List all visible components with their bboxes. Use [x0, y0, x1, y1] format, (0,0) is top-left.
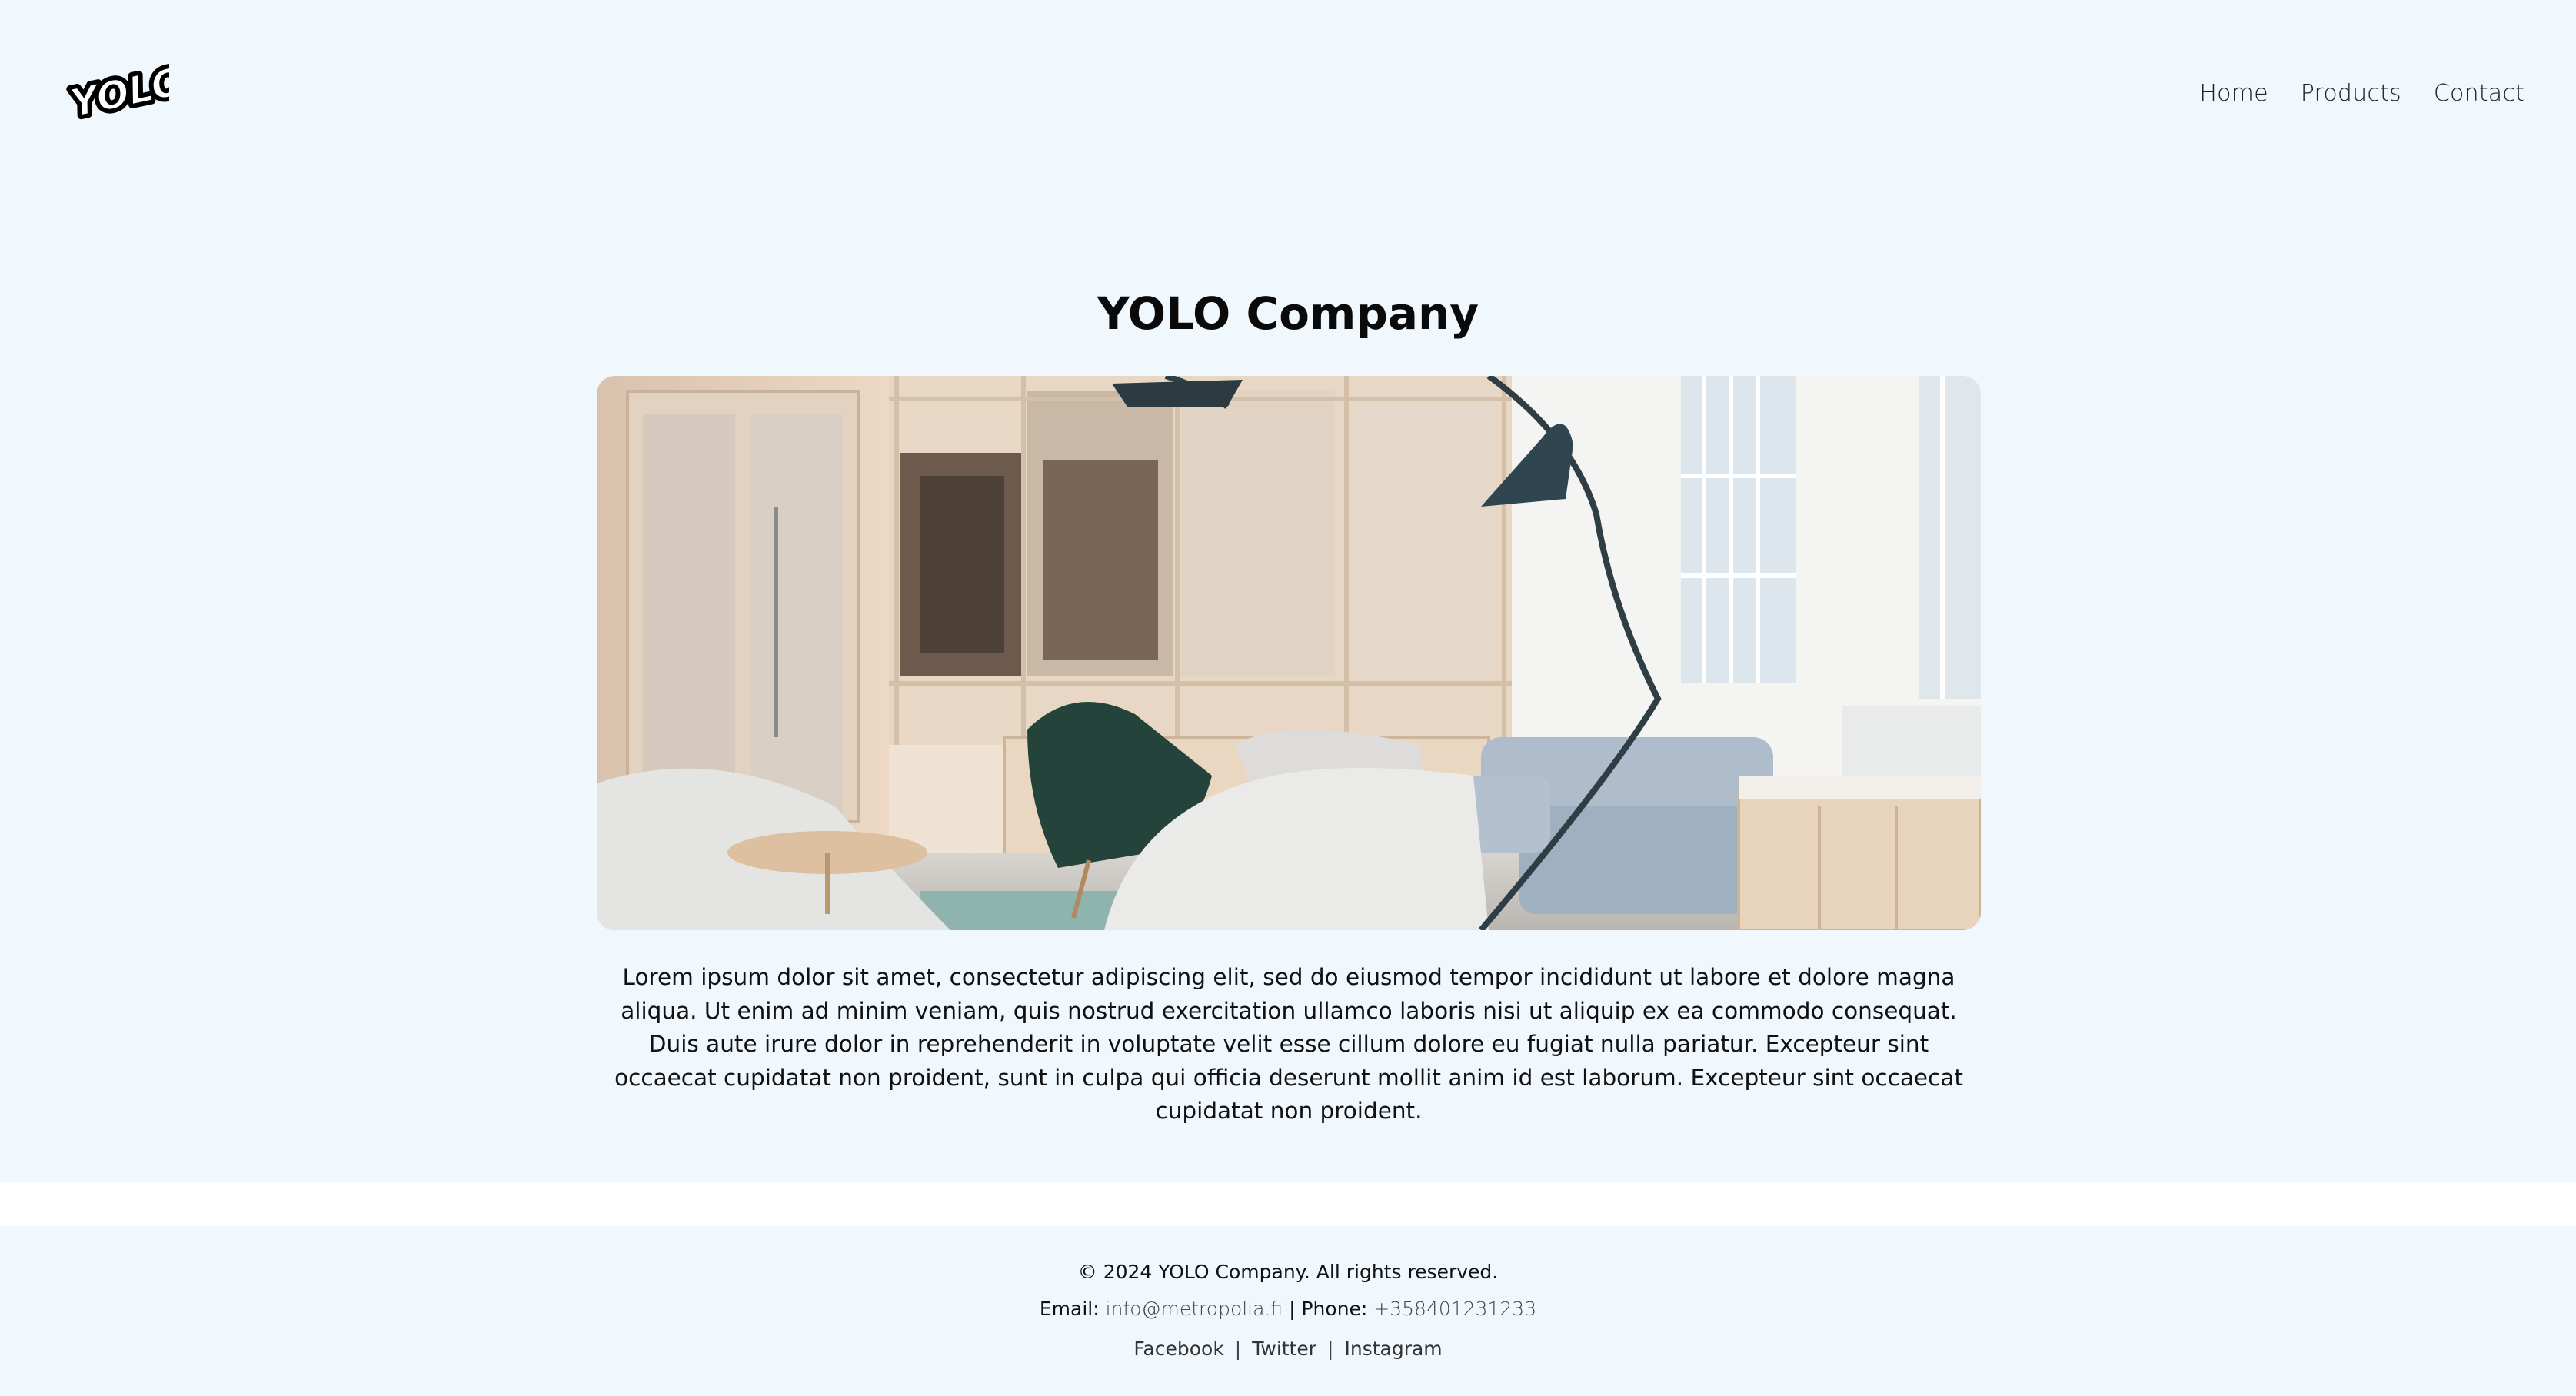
nav-products-link[interactable]: Products — [2301, 80, 2401, 107]
nav-contact-link[interactable]: Contact — [2434, 80, 2524, 107]
nav-home-link[interactable]: Home — [2199, 80, 2268, 107]
page-title: YOLO Company — [1097, 288, 1479, 340]
email-label: Email: — [1039, 1298, 1100, 1320]
yolo-logo[interactable]: YOLO YOLO — [63, 60, 169, 123]
separator: | — [1234, 1338, 1242, 1360]
main-nav: Home Products Contact — [2199, 80, 2524, 107]
phone-label: | Phone: — [1289, 1298, 1368, 1320]
intro-paragraph: Lorem ipsum dolor sit amet, consectetur … — [614, 964, 1963, 1124]
facebook-link[interactable]: Facebook — [1133, 1338, 1223, 1360]
svg-text:YOLO: YOLO — [66, 60, 169, 123]
instagram-link[interactable]: Instagram — [1344, 1338, 1442, 1360]
email-link[interactable]: info@metropolia.fi — [1106, 1298, 1283, 1320]
footer-copyright: © 2024 YOLO Company. All rights reserved… — [1077, 1261, 1499, 1283]
twitter-link[interactable]: Twitter — [1252, 1338, 1316, 1360]
separator: | — [1327, 1338, 1334, 1360]
social-links: Facebook | Twitter | Instagram — [0, 1338, 2576, 1360]
footer-contact: Email: info@metropolia.fi | Phone: +3584… — [0, 1298, 2576, 1320]
hero-image — [597, 376, 1981, 930]
phone-value[interactable]: +358401231233 — [1373, 1298, 1536, 1320]
